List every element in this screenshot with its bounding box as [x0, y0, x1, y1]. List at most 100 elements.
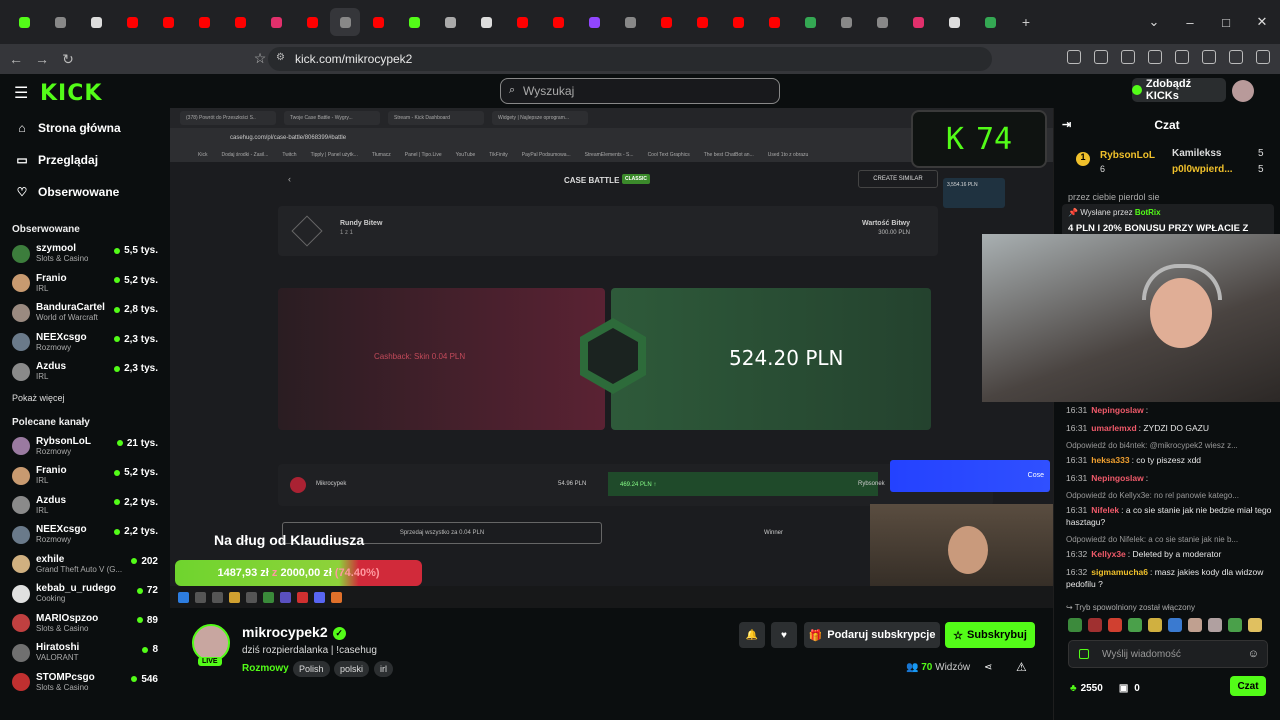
emote-icon[interactable] — [1248, 618, 1262, 632]
browser-tab[interactable] — [756, 8, 792, 36]
emote-icon[interactable] — [1228, 618, 1242, 632]
browser-tab[interactable] — [150, 8, 186, 36]
browser-tab[interactable] — [396, 8, 432, 36]
chat-message-input[interactable]: Wyślij wiadomość ☺ — [1068, 640, 1268, 668]
emote-icon[interactable] — [1128, 618, 1142, 632]
browser-tab[interactable] — [684, 8, 720, 36]
search-input[interactable]: ⌕ Wyszukaj — [500, 78, 780, 104]
extension-icon[interactable] — [1094, 50, 1108, 64]
browser-tab[interactable] — [900, 8, 936, 36]
get-kicks-button[interactable]: Zdobądź KICKs — [1132, 78, 1226, 102]
show-more-link[interactable]: Pokaż więcej — [0, 387, 170, 409]
nav-home[interactable]: ⌂ Strona główna — [0, 112, 170, 144]
send-chat-button[interactable]: Czat — [1230, 676, 1266, 696]
browser-tab[interactable] — [432, 8, 468, 36]
browser-tab[interactable] — [504, 8, 540, 36]
kick-logo[interactable]: KICK — [40, 81, 102, 106]
menu-icon[interactable] — [1256, 50, 1270, 64]
emote-icon[interactable] — [1108, 618, 1122, 632]
notifications-button[interactable]: 🔔 — [739, 622, 765, 648]
media-icon[interactable] — [1121, 50, 1135, 64]
channel-item[interactable]: Azdus IRL 2,2 tys. — [0, 491, 170, 521]
browser-tab[interactable] — [972, 8, 1008, 36]
back-icon[interactable]: ← — [6, 51, 26, 67]
stream-category[interactable]: Rozmowy — [242, 663, 289, 674]
channel-item[interactable]: MARIOspzoo Slots & Casino 89 — [0, 609, 170, 639]
message-user[interactable]: Nepingoslaw — [1091, 405, 1143, 415]
browser-tab[interactable] — [222, 8, 258, 36]
browser-tab[interactable] — [258, 8, 294, 36]
emote-icon[interactable] — [1088, 618, 1102, 632]
share-icon[interactable]: ⋖ — [984, 662, 992, 673]
channel-item[interactable]: szymool Slots & Casino 5,5 tys. — [0, 239, 170, 269]
extension-icon[interactable] — [1067, 50, 1081, 64]
browser-tab[interactable] — [648, 8, 684, 36]
subscribe-button[interactable]: ☆ Subskrybuj — [945, 622, 1035, 648]
message-user[interactable]: heksa333 — [1091, 455, 1129, 465]
leo-icon[interactable] — [1202, 50, 1216, 64]
site-info-icon[interactable]: ⚙ — [276, 52, 285, 63]
video-player[interactable]: (378) Powrót do Przeszłości S.. Twoje Cas… — [170, 108, 1053, 608]
emote-icon[interactable] — [1068, 618, 1082, 632]
browser-tab[interactable] — [936, 8, 972, 36]
message-user[interactable]: sigmamucha6 — [1091, 567, 1148, 577]
channel-item[interactable]: Franio IRL 5,2 tys. — [0, 461, 170, 491]
channel-item[interactable]: exhile Grand Theft Auto V (G... 202 — [0, 550, 170, 580]
channel-item[interactable]: Franio IRL 5,2 tys. — [0, 269, 170, 299]
url-field[interactable]: ⚙ kick.com/mikrocypek2 — [268, 47, 992, 71]
browser-tab[interactable] — [294, 8, 330, 36]
close-window-icon[interactable]: ✕ — [1244, 14, 1280, 30]
reload-icon[interactable]: ↻ — [58, 51, 78, 68]
nav-following[interactable]: ♡ Obserwowane — [0, 176, 170, 208]
minimize-icon[interactable]: – — [1172, 15, 1208, 30]
bookmark-icon[interactable]: ☆ — [250, 50, 270, 67]
browser-tab[interactable] — [186, 8, 222, 36]
browser-tab[interactable] — [576, 8, 612, 36]
channel-item[interactable]: NEEXcsgo Rozmowy 2,2 tys. — [0, 520, 170, 550]
user-avatar[interactable] — [1232, 80, 1254, 102]
tag-irl[interactable]: irl — [374, 661, 393, 677]
gift-subs-button[interactable]: 🎁 Podaruj subskrypcje — [804, 622, 940, 648]
streamer-name[interactable]: mikrocypek2 — [242, 624, 328, 640]
wallet-icon[interactable] — [1175, 50, 1189, 64]
browser-tab[interactable] — [792, 8, 828, 36]
browser-tab[interactable] — [330, 8, 360, 36]
emote-icon[interactable] — [1188, 618, 1202, 632]
tab-search-icon[interactable]: ⌄ — [1136, 14, 1172, 30]
browser-tab[interactable] — [42, 8, 78, 36]
follow-button[interactable]: ♥ — [771, 622, 797, 648]
channel-item[interactable]: RybsonLoL Rozmowy 21 tys. — [0, 432, 170, 462]
browser-tab[interactable] — [468, 8, 504, 36]
channel-item[interactable]: Hiratoshi VALORANT 8 — [0, 638, 170, 668]
channel-item[interactable]: BanduraCartel World of Warcraft 2,8 tys. — [0, 298, 170, 328]
browser-tab[interactable] — [828, 8, 864, 36]
browser-tab[interactable] — [540, 8, 576, 36]
emoji-picker-icon[interactable]: ☺ — [1248, 648, 1259, 660]
message-user[interactable]: Nepingoslaw — [1091, 473, 1143, 483]
new-tab-button[interactable]: + — [1008, 8, 1044, 36]
message-user[interactable]: Nifelek — [1091, 505, 1119, 515]
browser-tab[interactable] — [612, 8, 648, 36]
channel-item[interactable]: NEEXcsgo Rozmowy 2,3 tys. — [0, 328, 170, 358]
message-user[interactable]: Kellyx3e — [1091, 549, 1126, 559]
tag-polski[interactable]: polski — [334, 661, 370, 677]
tag-polish[interactable]: Polish — [293, 661, 330, 677]
hamburger-menu-icon[interactable]: ☰ — [14, 83, 28, 103]
message-user[interactable]: umarlemxd — [1091, 423, 1136, 433]
forward-icon[interactable]: → — [32, 51, 52, 67]
sidebar-icon[interactable] — [1148, 50, 1162, 64]
browser-tab[interactable] — [114, 8, 150, 36]
emote-icon[interactable] — [1208, 618, 1222, 632]
emote-icon[interactable] — [1168, 618, 1182, 632]
collapse-chat-icon[interactable]: ⇥ — [1062, 118, 1071, 131]
browser-tab[interactable] — [78, 8, 114, 36]
channel-item[interactable]: kebab_u_rudego Cooking 72 — [0, 579, 170, 609]
channel-item[interactable]: STOMPcsgo Slots & Casino 546 — [0, 668, 170, 698]
browser-tab[interactable] — [360, 8, 396, 36]
browser-tab[interactable] — [864, 8, 900, 36]
report-warning-icon[interactable]: ⚠ — [1016, 660, 1027, 674]
nav-browse[interactable]: ▭ Przeglądaj — [0, 144, 170, 176]
emote-icon[interactable] — [1148, 618, 1162, 632]
shield-icon[interactable] — [1229, 50, 1243, 64]
maximize-icon[interactable]: □ — [1208, 15, 1244, 30]
